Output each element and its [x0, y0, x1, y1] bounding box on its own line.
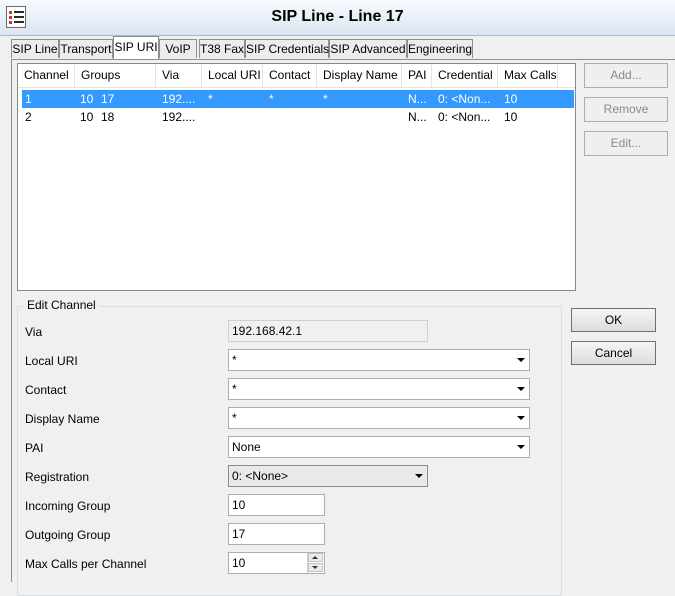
- spin-up-icon[interactable]: [308, 553, 323, 562]
- registration-value: 0: <None>: [232, 469, 289, 483]
- title-bar: SIP Line - Line 17: [0, 0, 675, 36]
- tab-engineering[interactable]: Engineering: [407, 39, 473, 58]
- chevron-down-icon[interactable]: [517, 416, 525, 420]
- incoming-group-input[interactable]: 10: [228, 494, 325, 516]
- column-header-groups[interactable]: Groups: [75, 64, 156, 87]
- outgoing-group-input[interactable]: 17: [228, 523, 325, 545]
- cell-max-calls: 10: [504, 110, 518, 124]
- table-row[interactable]: 2 10 18 192.... N... 0: <Non... 10: [22, 108, 574, 126]
- display-name-value: *: [232, 411, 237, 425]
- cell-display-name: [323, 108, 403, 126]
- column-header-max-calls[interactable]: Max Calls: [498, 64, 558, 87]
- cell-via: 192....: [162, 110, 196, 124]
- local-uri-select[interactable]: *: [228, 349, 530, 371]
- edit-button[interactable]: Edit...: [584, 131, 668, 156]
- cell-local-uri: *: [208, 92, 213, 106]
- cell-local-uri: [208, 108, 264, 126]
- tab-sip-advanced[interactable]: SIP Advanced: [329, 39, 407, 58]
- column-header-credential[interactable]: Credential: [432, 64, 498, 87]
- pai-select[interactable]: None: [228, 436, 530, 458]
- column-header-channel[interactable]: Channel: [18, 64, 75, 87]
- cell-pai: N...: [408, 110, 427, 124]
- outgoing-group-label: Outgoing Group: [25, 528, 111, 542]
- cell-contact: *: [269, 92, 274, 106]
- cell-groups-out: 17: [101, 92, 115, 106]
- contact-label: Contact: [25, 383, 67, 397]
- pai-label: PAI: [25, 441, 44, 455]
- registration-select[interactable]: 0: <None>: [228, 465, 428, 487]
- incoming-group-label: Incoming Group: [25, 499, 111, 513]
- contact-value: *: [232, 382, 237, 396]
- cell-channel: 2: [25, 110, 32, 124]
- remove-button[interactable]: Remove: [584, 97, 668, 122]
- grid-header: Channel Groups Via Local URI Contact Dis…: [18, 64, 575, 88]
- max-calls-label: Max Calls per Channel: [25, 557, 147, 571]
- pai-value: None: [232, 440, 261, 454]
- tab-t38-fax[interactable]: T38 Fax: [199, 39, 245, 58]
- max-calls-stepper[interactable]: 10: [228, 552, 325, 574]
- cell-groups-in: 10: [80, 110, 94, 124]
- column-header-pai[interactable]: PAI: [402, 64, 432, 87]
- table-row[interactable]: 1 10 17 192.... * * * N... 0: <Non... 10: [22, 90, 574, 108]
- display-name-label: Display Name: [25, 412, 100, 426]
- edit-channel-legend: Edit Channel: [24, 298, 99, 312]
- max-calls-value: 10: [232, 556, 246, 570]
- column-header-local-uri[interactable]: Local URI: [202, 64, 263, 87]
- channel-grid[interactable]: Channel Groups Via Local URI Contact Dis…: [17, 63, 576, 291]
- registration-label: Registration: [25, 470, 90, 484]
- local-uri-value: *: [232, 353, 237, 367]
- chevron-down-icon[interactable]: [517, 387, 525, 391]
- cell-groups-out: 18: [101, 110, 115, 124]
- tab-sip-line[interactable]: SIP Line: [11, 39, 59, 58]
- via-label: Via: [25, 325, 43, 339]
- tab-voip[interactable]: VoIP: [159, 39, 197, 58]
- cell-pai: N...: [408, 92, 427, 106]
- via-field: 192.168.42.1: [228, 320, 428, 342]
- chevron-down-icon[interactable]: [517, 358, 525, 362]
- tab-transport[interactable]: Transport: [59, 39, 113, 58]
- chevron-down-icon[interactable]: [517, 445, 525, 449]
- cell-contact: [269, 108, 319, 126]
- cell-max-calls: 10: [504, 92, 518, 106]
- cell-credential: 0: <Non...: [438, 110, 491, 124]
- cell-groups-in: 10: [80, 92, 94, 106]
- column-header-via[interactable]: Via: [156, 64, 202, 87]
- cancel-button[interactable]: Cancel: [571, 341, 656, 365]
- window-title: SIP Line - Line 17: [271, 8, 404, 25]
- spin-down-icon[interactable]: [308, 563, 323, 572]
- display-name-select[interactable]: *: [228, 407, 530, 429]
- cell-credential: 0: <Non...: [438, 92, 491, 106]
- cell-via: 192....: [162, 92, 196, 106]
- cell-channel: 1: [25, 92, 32, 106]
- tab-sip-uri[interactable]: SIP URI: [113, 36, 159, 59]
- tab-sip-credentials[interactable]: SIP Credentials: [245, 39, 329, 58]
- spin-control: [307, 553, 324, 573]
- add-button[interactable]: Add...: [584, 63, 668, 88]
- local-uri-label: Local URI: [25, 354, 78, 368]
- contact-select[interactable]: *: [228, 378, 530, 400]
- ok-button[interactable]: OK: [571, 308, 656, 332]
- column-header-contact[interactable]: Contact: [263, 64, 317, 87]
- cell-display-name: *: [323, 92, 328, 106]
- column-header-display-name[interactable]: Display Name: [317, 64, 402, 87]
- chevron-down-icon[interactable]: [415, 474, 423, 478]
